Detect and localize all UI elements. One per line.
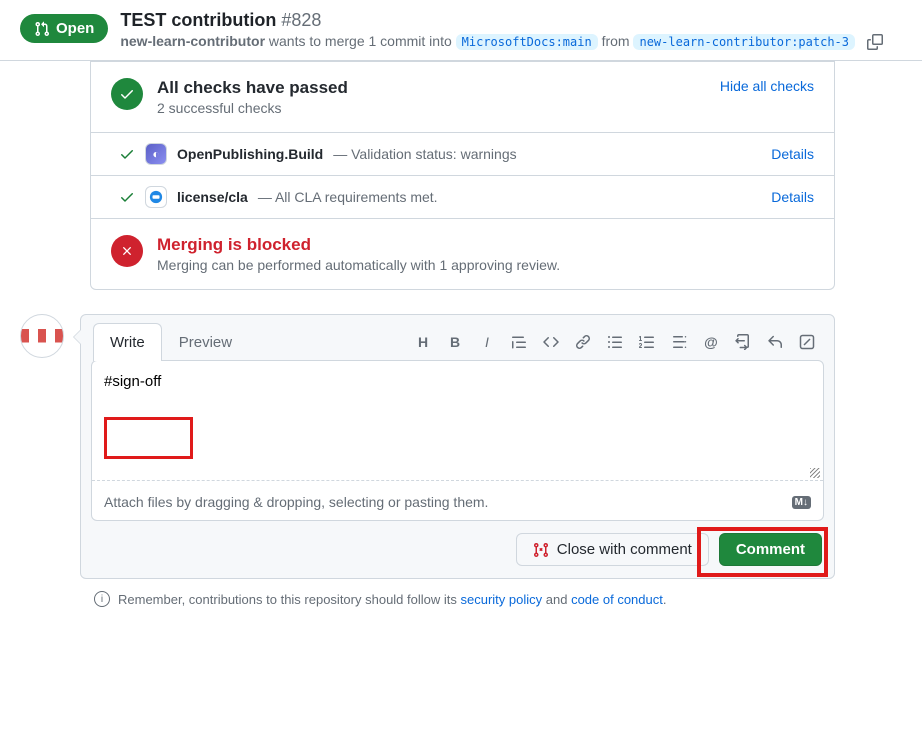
check-name: license/cla (177, 189, 248, 205)
check-desc: — All CLA requirements met. (258, 189, 438, 205)
pr-title: TEST contribution (120, 10, 276, 30)
merge-text-1: wants to merge 1 commit into (269, 33, 452, 49)
pr-number: #828 (281, 10, 321, 30)
diff-icon[interactable] (798, 334, 816, 350)
tab-preview[interactable]: Preview (162, 323, 249, 361)
reference-icon[interactable] (734, 334, 752, 350)
x-circle-icon (111, 235, 143, 267)
attach-hint-text: Attach files by dragging & dropping, sel… (104, 494, 488, 510)
comment-textarea[interactable]: #sign-off (92, 361, 823, 481)
pr-author[interactable]: new-learn-contributor (120, 33, 265, 49)
check-icon (119, 146, 135, 162)
check-row: ◐ OpenPublishing.Build — Validation stat… (91, 132, 834, 175)
info-icon: i (94, 591, 110, 607)
bullet-list-icon[interactable] (606, 334, 624, 350)
base-branch[interactable]: MicrosoftDocs:main (456, 34, 598, 50)
merge-blocked-section: Merging is blocked Merging can be perfor… (91, 218, 834, 289)
close-with-comment-button[interactable]: Close with comment (516, 533, 709, 566)
app-icon: ◐ (145, 143, 167, 165)
tab-write[interactable]: Write (93, 323, 162, 361)
comment-button-label: Comment (736, 541, 805, 558)
new-comment-wrap: Write Preview H B I (20, 314, 835, 579)
copy-icon[interactable] (867, 34, 883, 50)
check-desc: — Validation status: warnings (333, 146, 516, 162)
italic-icon[interactable]: I (478, 334, 496, 350)
footer-text-3: . (663, 592, 667, 607)
checks-box: All checks have passed 2 successful chec… (90, 61, 835, 290)
security-policy-link[interactable]: security policy (461, 592, 543, 607)
reply-icon[interactable] (766, 334, 784, 350)
comment-box: Write Preview H B I (80, 314, 835, 579)
checks-passed-section: All checks have passed 2 successful chec… (91, 61, 834, 132)
hide-checks-link[interactable]: Hide all checks (720, 78, 814, 94)
check-row: license/cla — All CLA requirements met. … (91, 175, 834, 218)
bold-icon[interactable]: B (446, 334, 464, 350)
link-icon[interactable] (574, 334, 592, 350)
resize-handle-icon[interactable] (810, 468, 820, 478)
mention-icon[interactable]: @ (702, 334, 720, 350)
check-icon (119, 189, 135, 205)
checks-passed-title: All checks have passed (157, 78, 348, 98)
attach-hint[interactable]: Attach files by dragging & dropping, sel… (92, 484, 823, 520)
heading-icon[interactable]: H (414, 334, 432, 350)
merge-blocked-title: Merging is blocked (157, 235, 560, 255)
merge-blocked-subtitle: Merging can be performed automatically w… (157, 257, 560, 273)
git-pull-request-closed-icon (533, 542, 549, 558)
markdown-toolbar: H B I (414, 334, 822, 350)
footer-text-1: Remember, contributions to this reposito… (118, 592, 461, 607)
pr-title-block: TEST contribution #828 new-learn-contrib… (120, 10, 883, 50)
state-label: Open (56, 20, 94, 37)
number-list-icon[interactable] (638, 334, 656, 350)
footer-text-2: and (542, 592, 571, 607)
details-link[interactable]: Details (771, 189, 814, 205)
comment-button[interactable]: Comment (719, 533, 822, 566)
comment-actions: Close with comment Comment (81, 521, 834, 578)
state-badge: Open (20, 14, 108, 43)
details-link[interactable]: Details (771, 146, 814, 162)
pull-request-icon (34, 21, 50, 37)
markdown-icon[interactable]: M↓ (792, 496, 811, 509)
code-of-conduct-link[interactable]: code of conduct (571, 592, 663, 607)
footer-note: i Remember, contributions to this reposi… (90, 591, 835, 607)
code-icon[interactable] (542, 334, 560, 350)
merge-text-2: from (602, 33, 630, 49)
head-branch[interactable]: new-learn-contributor:patch-3 (633, 34, 855, 50)
check-name: OpenPublishing.Build (177, 146, 323, 162)
checkmark-circle-icon (111, 78, 143, 110)
app-icon (145, 186, 167, 208)
task-list-icon[interactable] (670, 334, 688, 350)
close-button-label: Close with comment (557, 541, 692, 558)
checks-passed-subtitle: 2 successful checks (157, 100, 348, 116)
pr-header: Open TEST contribution #828 new-learn-co… (0, 0, 922, 61)
quote-icon[interactable] (510, 334, 528, 350)
avatar[interactable] (20, 314, 64, 358)
comment-tabs: Write Preview H B I (81, 315, 834, 361)
